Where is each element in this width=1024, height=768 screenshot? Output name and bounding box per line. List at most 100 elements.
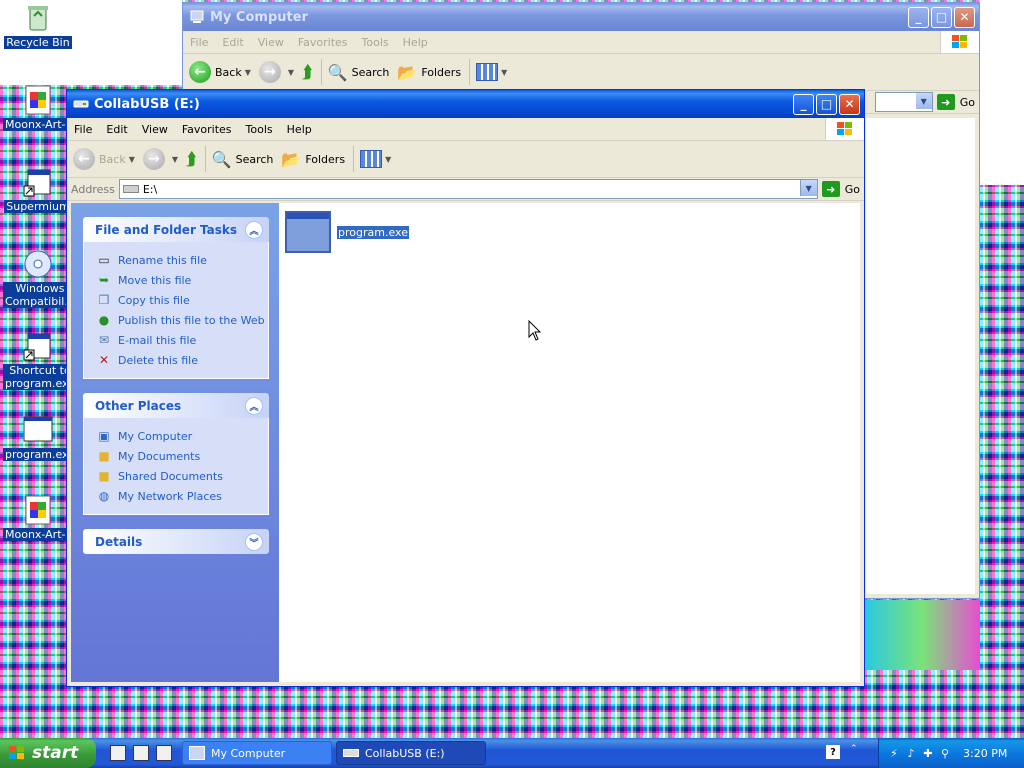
delete-file-link[interactable]: ✕ Delete this file — [96, 350, 268, 370]
collabusb-title-bar[interactable]: CollabUSB (E:) _ □ ✕ — [67, 90, 864, 118]
maximize-button[interactable]: □ — [931, 6, 952, 28]
up-folder-button[interactable]: ⮭ — [302, 62, 313, 83]
address-dropdown-icon[interactable]: ▼ — [799, 180, 817, 196]
publish-file-link[interactable]: ● Publish this file to the Web — [96, 310, 268, 330]
task-pane: File and Folder Tasks ︽ ▭ Rename this fil… — [71, 203, 279, 682]
windows-compatibility-desktop-icon[interactable]: Windows Compatibil... — [3, 248, 77, 311]
address-bar: Address E:\ ▼ ➜ Go — [67, 178, 864, 201]
menu-edit[interactable]: Edit — [215, 36, 250, 49]
menu-file[interactable]: File — [183, 36, 215, 49]
dropdown-arrow-icon: ▼ — [385, 154, 392, 164]
menu-edit[interactable]: Edit — [99, 123, 134, 136]
close-button[interactable]: ✕ — [839, 93, 860, 115]
close-button[interactable]: ✕ — [954, 6, 975, 28]
my-computer-title-bar[interactable]: My Computer _ □ ✕ — [183, 3, 979, 31]
menu-file[interactable]: File — [67, 123, 99, 136]
program-exe-desktop-icon[interactable]: program.exe — [3, 414, 77, 464]
quick-launch-window-icon[interactable] — [156, 745, 172, 761]
collapse-chevron-icon[interactable]: ︽ — [245, 221, 263, 239]
file-view[interactable]: program.exe — [279, 203, 860, 682]
supermium-desktop-icon[interactable]: Supermium — [3, 166, 73, 216]
views-button[interactable]: ▼ — [360, 150, 391, 168]
menu-tools[interactable]: Tools — [355, 36, 396, 49]
forward-button[interactable]: → ▼ — [142, 148, 179, 170]
drive-icon — [343, 749, 359, 757]
file-folder-tasks-header[interactable]: File and Folder Tasks ︽ — [83, 217, 269, 242]
maximize-button[interactable]: □ — [816, 93, 837, 115]
forward-button[interactable]: → ▼ — [258, 61, 294, 83]
menu-view[interactable]: View — [135, 123, 175, 136]
toolbar: ← Back ▼ → ▼ ⮭ 🔍 Search 📂 Folders ▼ — [183, 54, 979, 91]
system-tray: ⚡ ♪ ✚ ⚲ 3:20 PM — [878, 738, 1024, 768]
back-label: Back — [99, 152, 126, 166]
expand-chevron-icon[interactable]: ︾ — [245, 533, 263, 551]
start-button[interactable]: start — [0, 738, 96, 768]
address-dropdown-icon[interactable]: ▼ — [915, 93, 932, 109]
up-folder-icon: ⮭ — [186, 148, 197, 170]
views-icon — [476, 63, 499, 81]
menu-view[interactable]: View — [251, 36, 291, 49]
my-computer-link[interactable]: ▣ My Computer — [96, 426, 268, 446]
panel-title: Details — [95, 534, 143, 549]
address-input[interactable]: E:\ ▼ — [118, 179, 818, 199]
search-button[interactable]: 🔍 Search — [328, 63, 390, 82]
volume-tray-icon[interactable]: ♪ — [904, 746, 918, 760]
rename-file-link[interactable]: ▭ Rename this file — [96, 250, 268, 270]
go-button[interactable]: ➜ Go — [936, 94, 975, 110]
search-button[interactable]: 🔍 Search — [212, 150, 274, 169]
go-button[interactable]: ➜ Go — [821, 181, 860, 197]
address-field-partial[interactable]: ▼ — [874, 92, 933, 112]
taskbar-button-collabusb[interactable]: CollabUSB (E:) — [336, 741, 486, 765]
my-computer-content-area[interactable] — [866, 118, 975, 594]
menu-bar: File Edit View Favorites Tools Help — [183, 31, 979, 54]
views-button[interactable]: ▼ — [476, 63, 507, 81]
quick-launch-show-desktop-icon[interactable] — [110, 745, 126, 761]
desktop-white-area — [980, 0, 1024, 185]
shortcut-program-desktop-icon[interactable]: Shortcut to program.exe — [3, 330, 77, 393]
address-label: Address — [71, 182, 115, 196]
other-places-panel: Other Places ︽ ▣ My Computer ■ My Document… — [83, 393, 269, 515]
my-network-places-link[interactable]: ◍ My Network Places — [96, 486, 268, 506]
file-item-program-exe[interactable]: program.exe — [285, 211, 409, 253]
folders-button[interactable]: 📂 Folders — [397, 63, 461, 82]
folders-label: Folders — [421, 65, 462, 79]
file-folder-tasks-list: ▭ Rename this file ➥ Move this file ❐ Copy … — [83, 242, 269, 379]
desktop-glitch-band — [865, 600, 980, 670]
email-file-link[interactable]: ✉ E-mail this file — [96, 330, 268, 350]
copy-icon: ❐ — [98, 293, 110, 307]
menu-help[interactable]: Help — [280, 123, 319, 136]
help-icon[interactable]: ? — [826, 745, 840, 759]
back-button[interactable]: ← Back ▼ — [73, 148, 135, 170]
taskbar-button-my-computer[interactable]: My Computer — [182, 741, 332, 765]
quick-launch-window-icon[interactable] — [133, 745, 149, 761]
move-file-link[interactable]: ➥ Move this file — [96, 270, 268, 290]
search-tray-icon[interactable]: ⚲ — [938, 746, 952, 760]
moonx-art-2-desktop-icon[interactable]: Moonx-Art-0... — [3, 494, 77, 544]
up-folder-button[interactable]: ⮭ — [186, 149, 197, 170]
network-tray-icon[interactable]: ⚡ — [887, 746, 901, 760]
moonx-art-desktop-icon[interactable]: Moonx-Art-... — [3, 84, 77, 134]
collapse-chevron-icon[interactable]: ︽ — [245, 397, 263, 415]
menu-favorites[interactable]: Favorites — [291, 36, 355, 49]
minimize-button[interactable]: _ — [908, 6, 929, 28]
expand-tray-chevron-icon[interactable]: ⌃ — [850, 744, 858, 754]
folders-icon: 📂 — [397, 62, 418, 82]
minimize-button[interactable]: _ — [793, 93, 814, 115]
my-documents-link[interactable]: ■ My Documents — [96, 446, 268, 466]
collabusb-window[interactable]: CollabUSB (E:) _ □ ✕ File Edit View Favo… — [66, 89, 865, 687]
back-button[interactable]: ← Back ▼ — [189, 61, 251, 83]
shared-documents-link[interactable]: ■ Shared Documents — [96, 466, 268, 486]
dropdown-arrow-icon: ▼ — [171, 154, 179, 164]
menu-help[interactable]: Help — [396, 36, 435, 49]
security-tray-icon[interactable]: ✚ — [921, 746, 935, 760]
dropdown-arrow-icon: ▼ — [501, 67, 508, 77]
menu-favorites[interactable]: Favorites — [175, 123, 239, 136]
clock[interactable]: 3:20 PM — [963, 747, 1007, 760]
copy-file-link[interactable]: ❐ Copy this file — [96, 290, 268, 310]
details-header[interactable]: Details ︾ — [83, 529, 269, 554]
recycle-bin-desktop-icon[interactable]: Recycle Bin — [3, 2, 73, 52]
folders-button[interactable]: 📂 Folders — [281, 150, 345, 169]
menu-tools[interactable]: Tools — [239, 123, 280, 136]
other-places-header[interactable]: Other Places ︽ — [83, 393, 269, 418]
desktop-icon-label: Recycle Bin — [4, 36, 72, 49]
